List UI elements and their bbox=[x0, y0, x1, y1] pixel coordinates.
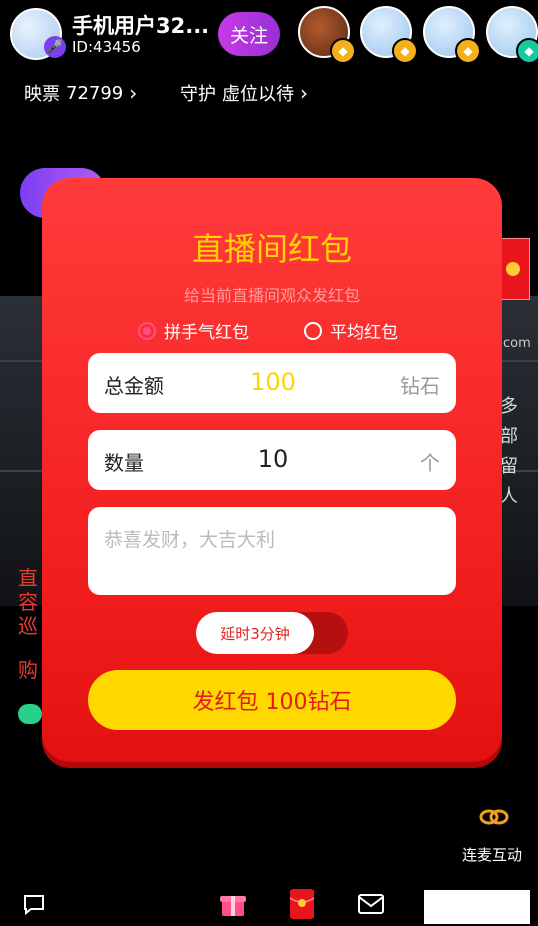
amount-unit: 钻石 bbox=[400, 374, 440, 398]
option-label: 拼手气红包 bbox=[164, 323, 249, 343]
red-packet-icon[interactable] bbox=[282, 884, 322, 924]
toggle-pill-icon[interactable] bbox=[18, 704, 42, 724]
count-unit: 个 bbox=[420, 451, 440, 475]
host-id: ID:43456 bbox=[72, 38, 141, 56]
chevron-right-icon: › bbox=[300, 81, 308, 105]
follow-button[interactable]: 关注 bbox=[218, 12, 280, 56]
message-textarea[interactable]: 恭喜发财，大吉大利 bbox=[88, 507, 456, 595]
option-label: 平均红包 bbox=[330, 323, 398, 343]
tickets-label: 映票 bbox=[24, 84, 60, 105]
delay-toggle-label[interactable]: 延时3分钟 bbox=[196, 612, 314, 654]
count-input[interactable]: 10 bbox=[238, 445, 308, 473]
vip-gold-icon: ◆ bbox=[455, 38, 481, 64]
red-packet-dialog: 直播间红包 给当前直播间观众发红包 拼手气红包 平均红包 总金额 100 钻石 … bbox=[42, 178, 502, 762]
mic-link-icon[interactable] bbox=[478, 804, 510, 830]
tickets-stat[interactable]: 映票 72799 › bbox=[24, 80, 137, 106]
scene-caption: 直 bbox=[18, 566, 38, 590]
scene-text: 留 bbox=[500, 456, 518, 477]
message-placeholder: 恭喜发财，大吉大利 bbox=[104, 529, 276, 551]
guard-label: 守护 bbox=[180, 84, 216, 105]
mail-icon[interactable] bbox=[351, 884, 391, 924]
dialog-subtitle: 给当前直播间观众发红包 bbox=[183, 286, 360, 305]
tickets-value: 72799 bbox=[66, 82, 124, 104]
amount-label: 总金额 bbox=[104, 374, 164, 398]
mic-link-label[interactable]: 连麦互动 bbox=[462, 844, 522, 865]
dialog-title: 直播间红包 bbox=[191, 230, 352, 268]
amount-input[interactable]: 100 bbox=[238, 368, 308, 396]
radio-unchecked-icon[interactable] bbox=[304, 321, 322, 340]
chat-icon[interactable] bbox=[14, 884, 54, 924]
send-red-packet-button[interactable]: 发红包 100钻石 bbox=[88, 670, 456, 730]
guard-value: 虚位以待 bbox=[222, 84, 294, 105]
scene-text: 部 bbox=[500, 426, 518, 447]
gift-icon[interactable] bbox=[213, 884, 253, 924]
radio-checked-icon[interactable] bbox=[138, 321, 156, 340]
mic-icon: 🎤 bbox=[44, 36, 66, 58]
vip-gold-icon: ◆ bbox=[330, 38, 356, 64]
vip-teal-icon: ◆ bbox=[516, 38, 538, 64]
host-name: 手机用户32... bbox=[72, 14, 210, 38]
scene-text: 人 bbox=[500, 486, 518, 507]
amount-field[interactable]: 总金额 100 钻石 bbox=[88, 353, 456, 413]
scene-text: 多 bbox=[500, 396, 518, 417]
scene-caption: 容 bbox=[18, 590, 38, 614]
chevron-right-icon: › bbox=[129, 81, 138, 105]
vip-gold-icon: ◆ bbox=[392, 38, 418, 64]
domain-watermark: com bbox=[503, 336, 531, 351]
option-even[interactable]: 平均红包 bbox=[304, 318, 398, 343]
count-label: 数量 bbox=[104, 451, 144, 475]
guard-stat[interactable]: 守护 虚位以待 › bbox=[180, 80, 308, 106]
scene-caption: 巡 bbox=[18, 614, 38, 638]
overlay-box bbox=[424, 890, 530, 924]
buy-label[interactable]: 购 bbox=[18, 658, 38, 682]
count-field[interactable]: 数量 10 个 bbox=[88, 430, 456, 490]
option-lucky[interactable]: 拼手气红包 bbox=[138, 318, 249, 343]
